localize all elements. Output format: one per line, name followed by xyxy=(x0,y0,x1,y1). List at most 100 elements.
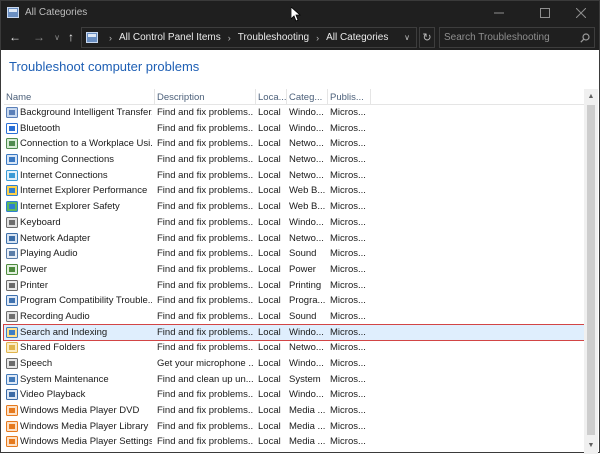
item-location: Local xyxy=(258,232,281,244)
item-location: Local xyxy=(258,185,281,197)
column-header-category[interactable]: Categ... xyxy=(289,92,327,103)
item-location: Local xyxy=(258,326,281,338)
list-item[interactable]: Shared Folders Find and fix problems... Lo… xyxy=(4,340,584,356)
scroll-up-button[interactable]: ▲ xyxy=(584,89,598,103)
mouse-cursor-icon xyxy=(291,7,301,22)
list-item[interactable]: Recording Audio Find and fix problems... L… xyxy=(4,309,584,325)
item-location: Local xyxy=(258,420,281,432)
ie-safety-icon xyxy=(6,201,18,213)
item-name: System Maintenance xyxy=(20,373,109,385)
minimize-icon xyxy=(494,12,504,14)
item-publisher: Micros... xyxy=(330,279,366,291)
column-header-description[interactable]: Description xyxy=(157,92,255,103)
item-publisher: Micros... xyxy=(330,216,366,228)
item-name: Video Playback xyxy=(20,389,86,401)
breadcrumb-all-categories[interactable]: All Categories xyxy=(326,32,388,43)
column-divider[interactable] xyxy=(154,89,155,105)
compat-icon xyxy=(6,295,18,307)
column-divider[interactable] xyxy=(327,89,328,105)
item-category: Printing xyxy=(289,279,322,291)
item-category: Windo... xyxy=(289,122,324,134)
list-item[interactable]: Playing Audio Find and fix problems... Loc… xyxy=(4,246,584,262)
list-item[interactable]: Windows Media Player DVD Find and fix pro… xyxy=(4,403,584,419)
search-box[interactable] xyxy=(439,27,595,48)
search-icon[interactable] xyxy=(580,33,590,43)
column-divider[interactable] xyxy=(286,89,287,105)
item-location: Local xyxy=(258,358,281,369)
item-publisher: Micros... xyxy=(330,122,366,134)
item-category: Sound xyxy=(289,248,317,260)
item-description: Find and fix problems... xyxy=(157,122,253,134)
item-location: Local xyxy=(258,279,281,291)
item-category: Media ... xyxy=(289,436,326,448)
scroll-thumb[interactable] xyxy=(587,105,595,435)
item-description: Find and fix problems... xyxy=(157,169,253,181)
list-item[interactable]: Keyboard Find and fix problems... Local Win… xyxy=(4,215,584,231)
forward-button[interactable]: → xyxy=(31,29,47,45)
item-category: Netwo... xyxy=(289,154,324,166)
breadcrumb-separator[interactable]: › xyxy=(228,33,231,43)
back-button[interactable]: ← xyxy=(7,29,23,45)
bits-icon xyxy=(6,107,18,118)
up-button[interactable]: ↑ xyxy=(63,29,79,45)
item-location: Local xyxy=(258,373,281,385)
item-name: Internet Explorer Safety xyxy=(20,201,120,213)
item-category: Windo... xyxy=(289,326,324,338)
close-button[interactable] xyxy=(561,1,600,25)
list-item[interactable]: Internet Explorer Safety Find and fix pro… xyxy=(4,199,584,215)
item-name: Playing Audio xyxy=(20,248,78,260)
list-item[interactable]: Incoming Connections Find and fix problem… xyxy=(4,152,584,168)
column-divider[interactable] xyxy=(370,89,371,105)
search-input[interactable] xyxy=(444,32,580,43)
column-header-location[interactable]: Loca... xyxy=(258,92,286,103)
list-item[interactable]: Network Adapter Find and fix problems... L… xyxy=(4,231,584,247)
scroll-down-button[interactable]: ▼ xyxy=(584,438,598,452)
breadcrumb[interactable]: › All Control Panel Items › Troubleshoot… xyxy=(81,27,417,48)
control-panel-icon xyxy=(7,7,19,18)
list-item[interactable]: Connection to a Workplace Usi... Find and… xyxy=(4,136,584,152)
column-header-name[interactable]: Name xyxy=(6,92,154,103)
item-description: Find and fix problems... xyxy=(157,279,253,291)
vertical-scrollbar[interactable]: ▲ ▼ xyxy=(584,89,598,454)
item-name: Windows Media Player Settings xyxy=(20,436,152,448)
column-header-publisher[interactable]: Publis... xyxy=(330,92,370,103)
breadcrumb-all-control-panel-items[interactable]: All Control Panel Items xyxy=(119,32,221,43)
item-publisher: Micros... xyxy=(330,154,366,166)
list-item[interactable]: Windows Media Player Library Find and fix… xyxy=(4,419,584,435)
breadcrumb-troubleshooting[interactable]: Troubleshooting xyxy=(238,32,309,43)
internet-icon xyxy=(6,169,18,181)
list-item[interactable]: Speech Get your microphone ... Local Windo.… xyxy=(4,356,584,372)
item-publisher: Micros... xyxy=(330,342,366,354)
item-category: Netwo... xyxy=(289,342,324,354)
list-item[interactable]: Search and Indexing Find and fix problems… xyxy=(3,323,585,342)
item-location: Local xyxy=(258,295,281,307)
minimize-button[interactable] xyxy=(479,1,519,25)
item-description: Find and fix problems... xyxy=(157,107,253,118)
wmp-library-icon xyxy=(6,420,18,432)
item-publisher: Micros... xyxy=(330,169,366,181)
address-dropdown-icon[interactable]: ∨ xyxy=(404,33,410,42)
list-header: Name Description Loca... Categ... Publis… xyxy=(4,89,584,105)
item-name: Recording Audio xyxy=(20,310,90,322)
item-name: Internet Explorer Performance xyxy=(20,185,148,197)
list-item[interactable]: Power Find and fix problems... Local Power M… xyxy=(4,262,584,278)
list-item[interactable]: System Maintenance Find and clean up un..… xyxy=(4,372,584,388)
list-item[interactable]: Background Intelligent Transfer... Find a… xyxy=(4,105,584,121)
list-item[interactable]: Internet Explorer Performance Find and fi… xyxy=(4,183,584,199)
list-item[interactable]: Internet Connections Find and fix problem… xyxy=(4,168,584,184)
column-divider[interactable] xyxy=(255,89,256,105)
workplace-icon xyxy=(6,138,18,150)
maintenance-icon xyxy=(6,373,18,385)
item-location: Local xyxy=(258,405,281,417)
list-item[interactable]: Video Playback Find and fix problems... Lo… xyxy=(4,387,584,403)
list-item[interactable]: Windows Media Player Settings Find and fi… xyxy=(4,434,584,450)
item-name: Internet Connections xyxy=(20,169,108,181)
refresh-button[interactable]: ↻ xyxy=(419,27,435,48)
list-item[interactable]: Program Compatibility Trouble... Find and… xyxy=(4,293,584,309)
item-publisher: Micros... xyxy=(330,232,366,244)
breadcrumb-separator[interactable]: › xyxy=(316,33,319,43)
list-item[interactable]: Printer Find and fix problems... Local Prin… xyxy=(4,278,584,294)
list-item[interactable]: Bluetooth Find and fix problems... Local Wi… xyxy=(4,121,584,137)
power-icon xyxy=(6,263,18,275)
maximize-button[interactable] xyxy=(525,1,565,25)
